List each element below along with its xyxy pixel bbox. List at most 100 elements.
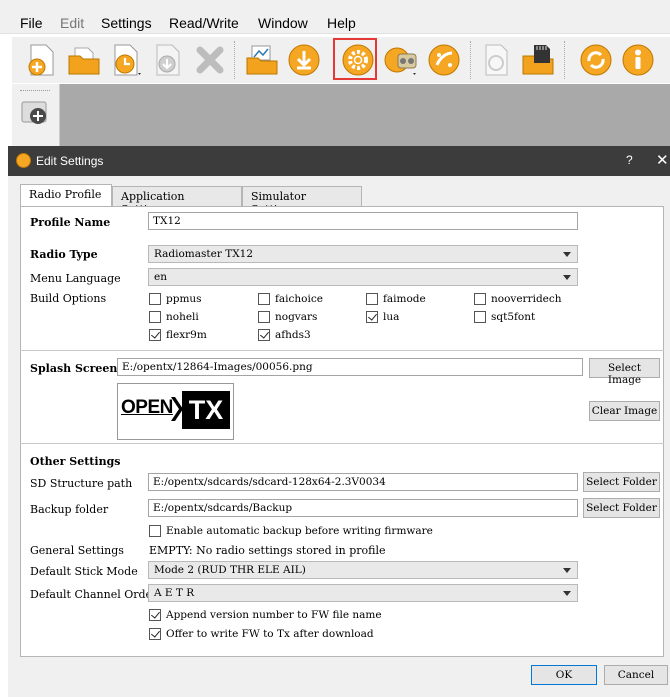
help-button[interactable]: ? [626, 153, 633, 167]
option-label: faichoice [275, 293, 323, 305]
toolbar-separator [470, 41, 472, 79]
recent-clock-icon[interactable] [108, 42, 144, 78]
stick-mode-value: Mode 2 (RUD THR ELE AIL) [154, 564, 306, 576]
tab-application-settings[interactable]: Application Settings [112, 186, 242, 216]
divider [20, 443, 664, 444]
checkbox[interactable] [366, 311, 378, 323]
offer-write-label: Offer to write FW to Tx after download [166, 628, 374, 640]
channel-order-label: Default Channel Order [30, 588, 158, 601]
other-settings-heading: Other Settings [30, 455, 121, 468]
left-toolbar-strip [12, 84, 60, 154]
profile-name-input[interactable]: TX12 [148, 212, 578, 230]
checkbox[interactable] [149, 628, 161, 640]
tab-simulator-settings[interactable]: Simulator Settings [242, 186, 362, 216]
compare-icon[interactable] [478, 42, 514, 78]
profile-name-label: Profile Name [30, 216, 111, 229]
chevron-down-icon [563, 252, 571, 257]
splash-logo-text: OPEN [121, 397, 173, 418]
checkbox[interactable] [149, 525, 161, 537]
checkbox[interactable] [149, 293, 161, 305]
backup-folder-label: Backup folder [30, 503, 109, 516]
append-version-label: Append version number to FW file name [166, 609, 382, 621]
open-folder-icon[interactable] [66, 42, 102, 78]
palette-icon[interactable] [426, 42, 462, 78]
app-icon [16, 153, 31, 168]
checkbox[interactable] [149, 609, 161, 621]
option-label: flexr9m [166, 329, 207, 341]
option-label: lua [383, 311, 400, 323]
chevron-down-icon [563, 275, 571, 280]
divider [20, 350, 664, 351]
checkbox[interactable] [258, 293, 270, 305]
info-icon[interactable] [620, 42, 656, 78]
tab-radio-profile[interactable]: Radio Profile [20, 184, 112, 207]
build-options-label: Build Options [30, 292, 107, 305]
auto-backup-label: Enable automatic backup before writing f… [166, 525, 433, 537]
checkbox[interactable] [474, 311, 486, 323]
delete-x-icon[interactable] [192, 42, 228, 78]
clear-image-button[interactable]: Clear Image [589, 401, 660, 421]
sync-icon[interactable] [578, 42, 614, 78]
option-label: faimode [383, 293, 426, 305]
grip-dots [20, 90, 50, 91]
checkbox[interactable] [149, 329, 161, 341]
radio-settings-icon[interactable] [384, 42, 420, 78]
splash-preview: OPEN TX [117, 383, 234, 440]
radio-type-select[interactable]: Radiomaster TX12 [148, 245, 578, 263]
general-settings-label: General Settings [30, 544, 124, 557]
sd-card-icon[interactable] [520, 42, 556, 78]
option-label: sqt5font [491, 311, 536, 323]
option-label: nooverridech [491, 293, 562, 305]
select-image-button[interactable]: Select Image [589, 358, 660, 386]
select-backup-folder-button[interactable]: Select Folder [583, 498, 660, 518]
option-label: ppmus [166, 293, 202, 305]
option-label: nogvars [275, 311, 318, 323]
checkbox[interactable] [366, 293, 378, 305]
checkbox[interactable] [149, 311, 161, 323]
option-label: noheli [166, 311, 199, 323]
sd-path-label: SD Structure path [30, 477, 133, 490]
save-disc-icon[interactable] [150, 42, 186, 78]
menu-settings[interactable]: Settings [101, 15, 152, 31]
radio-type-value: Radiomaster TX12 [154, 248, 254, 260]
ok-button[interactable]: OK [531, 665, 597, 685]
menu-read-write[interactable]: Read/Write [169, 15, 239, 31]
menu-window[interactable]: Window [258, 15, 308, 31]
chevron-down-icon [563, 591, 571, 596]
checkbox[interactable] [474, 293, 486, 305]
add-model-icon[interactable] [18, 98, 52, 131]
channel-order-value: A E T R [154, 587, 195, 599]
stick-mode-select[interactable]: Mode 2 (RUD THR ELE AIL) [148, 561, 578, 579]
splash-screen-label: Splash Screen [30, 362, 118, 375]
menu-edit[interactable]: Edit [60, 15, 84, 31]
download-icon[interactable] [286, 42, 322, 78]
menu-help[interactable]: Help [327, 15, 356, 31]
chevron-down-icon [563, 568, 571, 573]
channel-order-select[interactable]: A E T R [148, 584, 578, 602]
mdi-background [60, 84, 670, 154]
cancel-button[interactable]: Cancel [604, 665, 668, 685]
dialog-title-bar: Edit Settings ? ✕ [8, 146, 670, 176]
splash-logo-block: TX [182, 391, 230, 429]
stick-mode-label: Default Stick Mode [30, 565, 138, 578]
radio-type-label: Radio Type [30, 248, 98, 261]
toolbar-separator [234, 41, 236, 79]
option-label: afhds3 [275, 329, 311, 341]
close-button[interactable]: ✕ [656, 151, 669, 169]
checkbox[interactable] [258, 329, 270, 341]
menu-bar: File Edit Settings Read/Write Window Hel… [0, 0, 670, 34]
menu-language-select[interactable]: en [148, 268, 578, 286]
sd-path-input[interactable]: E:/opentx/sdcards/sdcard-128x64-2.3V0034 [148, 473, 578, 491]
menu-language-value: en [154, 271, 167, 283]
dialog-title: Edit Settings [36, 154, 104, 168]
menu-file[interactable]: File [20, 15, 43, 31]
menu-language-label: Menu Language [30, 272, 121, 285]
backup-folder-input[interactable]: E:/opentx/sdcards/Backup [148, 499, 578, 517]
highlight-box [333, 38, 377, 80]
select-folder-button[interactable]: Select Folder [583, 472, 660, 492]
general-settings-value: EMPTY: No radio settings stored in profi… [149, 544, 386, 557]
checkbox[interactable] [258, 311, 270, 323]
open-model-icon[interactable] [244, 42, 280, 78]
splash-path-input[interactable]: E:/opentx/12864-Images/00056.png [117, 358, 583, 376]
new-file-icon[interactable] [24, 42, 60, 78]
